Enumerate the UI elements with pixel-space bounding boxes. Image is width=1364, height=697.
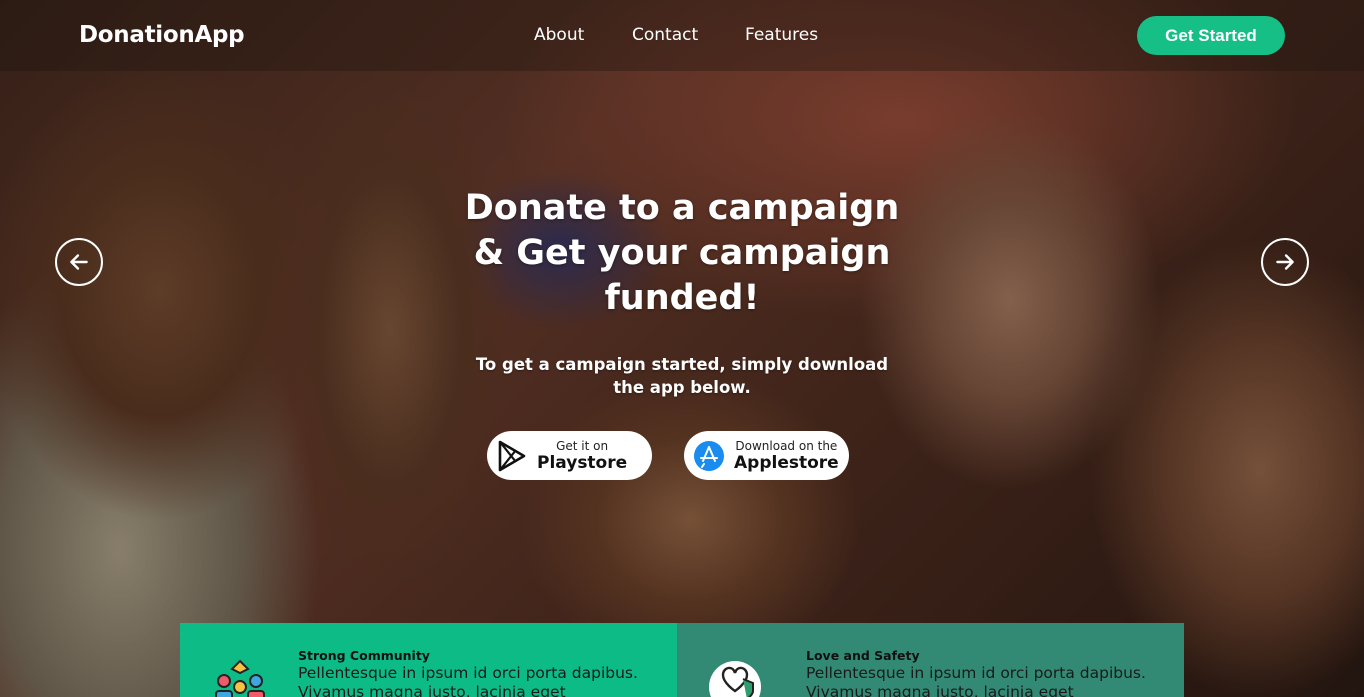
hero-title: Donate to a campaign & Get your campaign… [430,186,934,321]
applestore-small-label: Download on the [735,438,838,453]
arrow-left-icon [70,254,88,270]
feature-card-love-safety: Love and Safety Pellentesque in ipsum id… [677,623,1184,697]
feature-description: Pellentesque in ipsum id orci porta dapi… [298,664,638,697]
nav-about[interactable]: About [534,25,584,45]
google-play-icon [487,440,537,472]
feature-card-community: Strong Community Pellentesque in ipsum i… [180,623,677,697]
brand-logo[interactable]: DonationApp [79,22,245,48]
applestore-button[interactable]: Download on the Applestore [684,431,849,480]
feature-description: Pellentesque in ipsum id orci porta dapi… [806,664,1146,697]
hero-title-line: Donate to a campaign [464,188,900,228]
playstore-small-label: Get it on [556,438,609,453]
app-store-icon [684,440,734,472]
carousel-next-button[interactable] [1261,238,1309,286]
hero-subtitle-line: To get a campaign started, simply downlo… [475,355,889,374]
hero-background [0,0,1364,697]
community-icon [212,659,268,697]
hero-title-line: funded! [604,278,760,318]
playstore-button[interactable]: Get it on Playstore [487,431,652,480]
feature-title: Strong Community [298,648,430,663]
hero-title-line: & Get your campaign [473,233,891,273]
arrow-right-icon [1276,254,1294,270]
navbar: DonationApp About Contact Features Get S… [0,0,1364,71]
nav-features[interactable]: Features [745,25,818,45]
feature-title: Love and Safety [806,648,920,663]
nav-contact[interactable]: Contact [632,25,698,45]
get-started-button[interactable]: Get Started [1137,16,1285,55]
carousel-prev-button[interactable] [55,238,103,286]
hero-subtitle-line: the app below. [613,378,751,397]
playstore-label: Playstore [537,452,628,473]
applestore-text: Download on the Applestore [734,440,839,472]
playstore-text: Get it on Playstore [537,440,627,472]
applestore-label: Applestore [734,452,839,473]
heart-shield-icon [707,657,763,697]
hero-subtitle: To get a campaign started, simply downlo… [470,353,894,399]
